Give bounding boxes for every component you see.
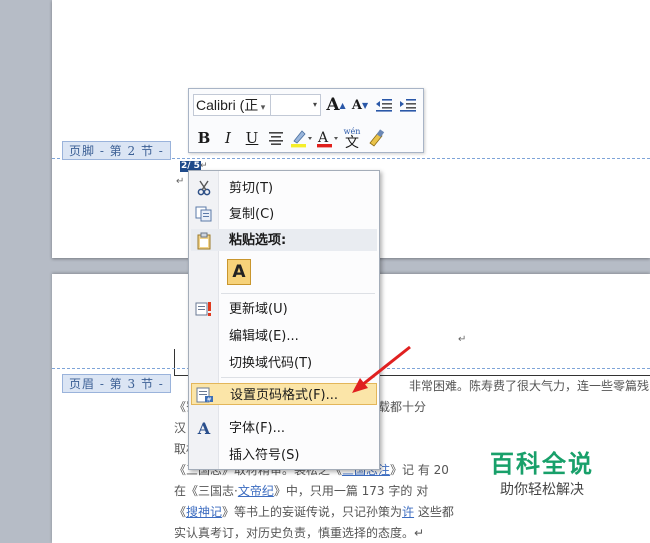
phonetic-char: 文 xyxy=(345,134,359,151)
header-tag: 页眉 - 第 3 节 - xyxy=(62,374,171,393)
watermark-title: 百科全说 xyxy=(490,450,594,478)
paste-options-heading: 粘贴选项: xyxy=(191,229,377,251)
grow-font-icon: A xyxy=(326,95,340,115)
menu-item-label: 切换域代码(T) xyxy=(229,356,313,371)
text-run: 非常困难。陈寿费了很大气力，连一些零篇残 xyxy=(409,379,650,393)
scissors-icon xyxy=(195,180,213,197)
menu-item-font[interactable]: A 字体(F)... xyxy=(191,417,377,439)
page-number-format-icon: # xyxy=(196,387,214,404)
italic-button[interactable]: I xyxy=(217,127,239,149)
center-align-button[interactable] xyxy=(265,127,287,149)
menu-item-label: 更新域(U) xyxy=(229,302,288,317)
menu-item-edit-field[interactable]: 编辑域(E)... xyxy=(191,325,377,347)
text-run: 》等书上的妄诞传说，只记孙策为 xyxy=(222,505,403,519)
increase-indent-icon xyxy=(400,99,416,112)
update-field-icon xyxy=(195,301,213,318)
watermark: 百科全说 助你轻松解决 xyxy=(472,450,612,500)
decrease-indent-button[interactable] xyxy=(373,94,395,116)
text-run: 《 xyxy=(174,400,187,414)
font-name-value: Calibri (正 xyxy=(196,97,259,113)
shrink-font-icon: A xyxy=(351,97,362,113)
mini-toolbar: Calibri (正 ▾ ▾ A ▲ A ▼ B I U A wén 文 xyxy=(188,88,424,153)
chevron-down-icon: ▾ xyxy=(312,100,317,109)
text-link[interactable]: 文帝纪 xyxy=(238,484,274,498)
font-color-icon: A xyxy=(317,130,338,148)
text-run: 》中，只用一篇 173 字的 xyxy=(273,484,413,498)
paragraph-mark: ↵ xyxy=(176,176,185,187)
menu-item-label: 插入符号(S) xyxy=(229,448,300,463)
text-line: 实认真考订，对历史负责，慎重选择的态度。↵ xyxy=(174,523,650,543)
paragraph-mark: ↵ xyxy=(458,334,467,345)
grow-font-button[interactable]: A ▲ xyxy=(325,94,347,116)
text-run: 实认真考订，对历史负责，慎重选择的态度。↵ xyxy=(174,526,425,540)
text-run: 《 xyxy=(174,505,187,519)
menu-item-toggle-field-codes[interactable]: 切换域代码(T) xyxy=(191,352,377,374)
align-center-icon xyxy=(269,132,283,145)
increase-indent-button[interactable] xyxy=(397,94,419,116)
highlight-button[interactable] xyxy=(289,127,313,149)
phonetic-guide-button[interactable]: wén 文 xyxy=(341,127,363,151)
font-name-box[interactable]: Calibri (正 ▾ xyxy=(193,94,271,116)
svg-text:A: A xyxy=(317,130,329,146)
menu-item-copy[interactable]: 复制(C) xyxy=(191,203,377,225)
menu-item-label: 粘贴选项: xyxy=(229,233,287,248)
footer-tag: 页脚 - 第 2 节 - xyxy=(62,141,171,160)
context-menu: 剪切(T) 复制(C) 粘贴选项: A 更新域(U) 编辑域(E)... 切换域… xyxy=(188,170,380,470)
menu-item-label: 编辑域(E)... xyxy=(229,329,299,344)
text-run: 》记 xyxy=(390,463,415,477)
text-line: 《搜神记》等书上的妄诞传说，只记孙策为许 这些都 xyxy=(174,502,650,523)
svg-text:#: # xyxy=(207,397,212,404)
menu-item-label: 字体(F)... xyxy=(229,421,286,436)
paste-keep-text-icon: A xyxy=(232,262,246,282)
format-painter-icon xyxy=(369,129,385,147)
text-run: 对 xyxy=(412,484,429,498)
bold-button[interactable]: B xyxy=(193,127,215,149)
paste-keep-text-only-button[interactable]: A xyxy=(227,259,251,285)
text-link[interactable]: 许 xyxy=(402,505,414,519)
copy-icon xyxy=(195,206,213,223)
menu-item-format-page-numbers[interactable]: # 设置页码格式(F)... xyxy=(191,383,377,405)
shrink-font-button[interactable]: A ▼ xyxy=(349,94,371,116)
clipboard-icon xyxy=(195,232,213,250)
underline-button[interactable]: U xyxy=(241,127,263,149)
font-size-box[interactable]: ▾ xyxy=(271,94,321,116)
text-link[interactable]: 搜神记 xyxy=(186,505,222,519)
text-run: 这些都 xyxy=(414,505,454,519)
watermark-subtitle: 助你轻松解决 xyxy=(500,482,584,498)
text-run: 汉 xyxy=(174,421,187,435)
font-icon: A xyxy=(197,419,211,438)
text-run: 有 20 xyxy=(414,463,449,477)
text-run: 在《三国志· xyxy=(174,484,238,498)
menu-item-label: 设置页码格式(F)... xyxy=(230,388,339,403)
menu-item-cut[interactable]: 剪切(T) xyxy=(191,177,377,199)
menu-item-label: 复制(C) xyxy=(229,207,275,222)
font-color-button[interactable]: A xyxy=(315,127,339,149)
menu-item-insert-symbol[interactable]: 插入符号(S) xyxy=(191,444,377,466)
menu-item-label: 剪切(T) xyxy=(229,181,274,196)
highlighter-icon xyxy=(291,130,312,148)
format-painter-button[interactable] xyxy=(365,127,387,149)
menu-item-update-field[interactable]: 更新域(U) xyxy=(191,298,377,320)
decrease-indent-icon xyxy=(376,99,392,112)
